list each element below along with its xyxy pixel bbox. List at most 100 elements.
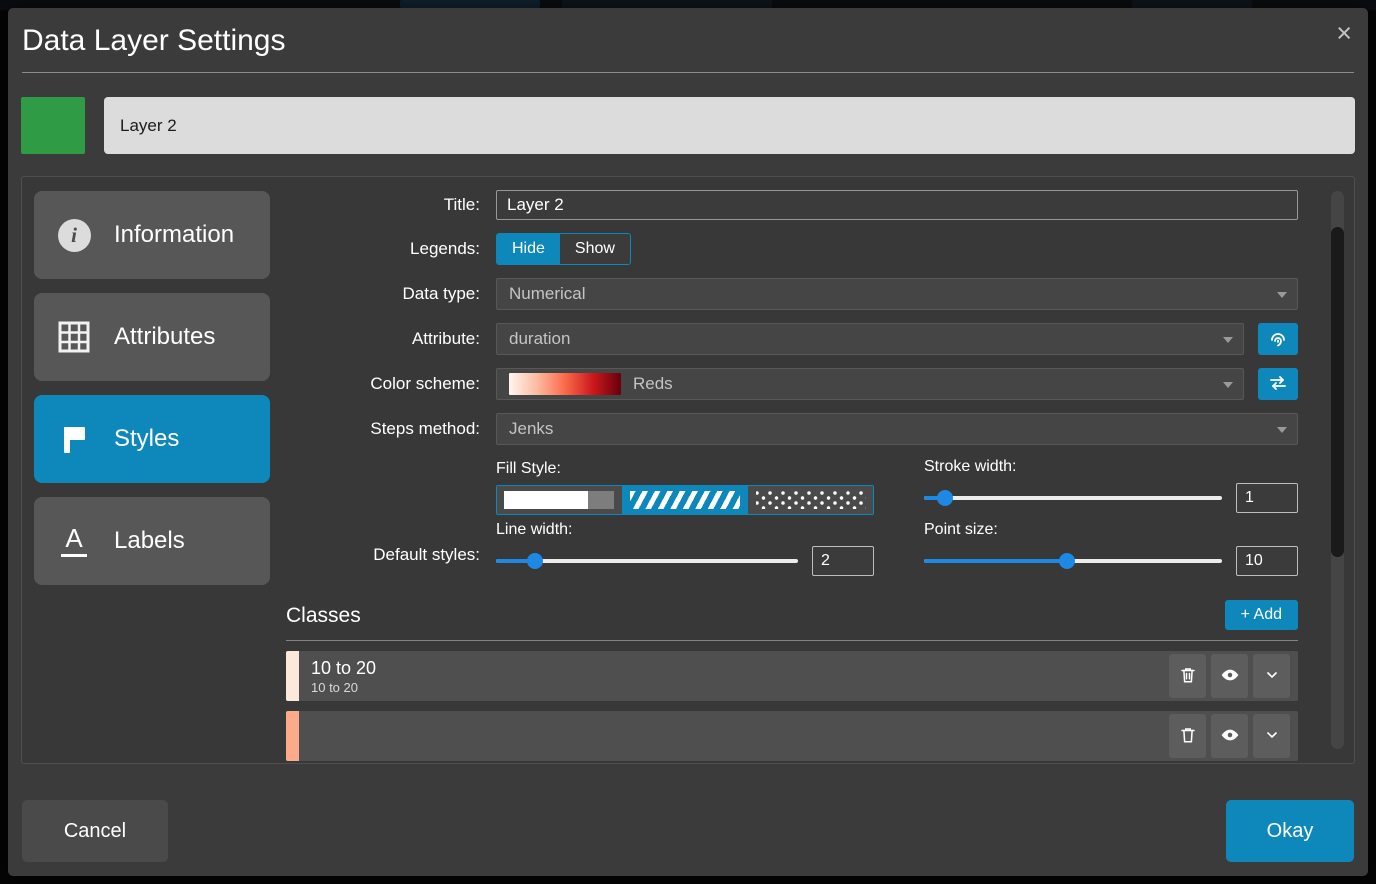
fill-style-dots-option[interactable]	[748, 486, 873, 514]
fill-style-hatch-option[interactable]	[622, 486, 749, 514]
toggle-class-visibility-button[interactable]	[1211, 654, 1248, 698]
chevron-down-icon	[1277, 427, 1287, 433]
stroke-width-slider[interactable]	[924, 489, 1222, 507]
fill-style-label: Fill Style:	[496, 460, 561, 477]
layer-color-swatch[interactable]	[21, 97, 85, 154]
sidebar-item-labels[interactable]: A Labels	[34, 497, 270, 585]
styles-form: Title: Legends: Hide Show Data type:	[286, 190, 1298, 761]
classes-heading: Classes	[286, 604, 361, 627]
color-scheme-swatch	[509, 373, 621, 395]
sidebar-item-label: Information	[114, 221, 235, 248]
dialog-footer: Cancel Okay	[22, 800, 1354, 862]
hatch-fill-preview	[630, 491, 740, 509]
scrollbar-thumb[interactable]	[1331, 227, 1344, 557]
chevron-down-icon	[1277, 292, 1287, 298]
add-class-button[interactable]: + Add	[1224, 600, 1298, 630]
color-scheme-label: Color scheme:	[370, 374, 480, 393]
trash-icon	[1179, 666, 1197, 687]
cancel-button[interactable]: Cancel	[22, 800, 168, 862]
sidebar-item-styles[interactable]: Styles	[34, 395, 270, 483]
steps-method-label: Steps method:	[370, 419, 480, 438]
legends-row: Legends: Hide Show	[286, 233, 1298, 265]
chevron-down-icon	[1223, 337, 1233, 343]
dialog-header: Data Layer Settings ×	[22, 8, 1354, 73]
slider-thumb[interactable]	[527, 553, 544, 569]
styles-flag-icon	[56, 421, 92, 457]
fill-style-segmented-control	[496, 485, 874, 515]
dots-fill-preview	[755, 491, 866, 509]
swap-arrows-icon	[1268, 373, 1288, 396]
sidebar-item-attributes[interactable]: Attributes	[34, 293, 270, 381]
eye-icon	[1220, 725, 1240, 748]
classes-header: Classes + Add	[286, 600, 1298, 641]
sidebar-item-label: Styles	[114, 425, 180, 452]
chevron-down-icon	[1264, 667, 1280, 686]
data-layer-settings-dialog: Data Layer Settings × i Information	[8, 8, 1368, 876]
class-row[interactable]: 10 to 20 10 to 20	[286, 651, 1298, 701]
sidebar-item-label: Attributes	[114, 323, 216, 350]
grid-icon	[56, 319, 92, 355]
layer-name-input[interactable]	[104, 97, 1355, 154]
color-scheme-row: Color scheme: Reds	[286, 368, 1298, 400]
solid-fill-preview	[504, 491, 615, 509]
title-row: Title:	[286, 190, 1298, 220]
line-width-input[interactable]	[812, 546, 874, 576]
line-width-label: Line width:	[496, 521, 573, 538]
data-type-label: Data type:	[402, 284, 481, 303]
point-size-slider[interactable]	[924, 552, 1222, 570]
line-width-slider[interactable]	[496, 552, 798, 570]
fingerprint-icon	[1268, 328, 1288, 351]
data-type-value: Numerical	[509, 284, 586, 303]
title-input[interactable]	[496, 190, 1298, 220]
title-label: Title:	[443, 195, 480, 214]
legends-hide-button[interactable]: Hide	[497, 234, 560, 264]
class-color-swatch	[286, 711, 299, 761]
chevron-down-icon	[1264, 727, 1280, 746]
default-styles-label: Default styles:	[373, 545, 480, 564]
attribute-row: Attribute: duration	[286, 323, 1298, 355]
layer-identity-row	[21, 97, 1355, 154]
class-title: 10 to 20	[311, 658, 377, 679]
legends-label: Legends:	[410, 239, 480, 258]
color-scheme-dropdown[interactable]: Reds	[496, 368, 1244, 400]
point-size-label: Point size:	[924, 521, 998, 538]
invert-scheme-button[interactable]	[1258, 368, 1298, 400]
attribute-dropdown[interactable]: duration	[496, 323, 1244, 355]
data-type-row: Data type: Numerical	[286, 278, 1298, 310]
labels-icon: A	[56, 523, 92, 559]
close-icon[interactable]: ×	[1336, 20, 1352, 47]
steps-method-dropdown[interactable]: Jenks	[496, 413, 1298, 445]
stroke-width-input[interactable]	[1236, 483, 1298, 513]
toggle-class-visibility-button[interactable]	[1211, 714, 1248, 758]
sidebar-item-information[interactable]: i Information	[34, 191, 270, 279]
panel-scrollbar[interactable]	[1331, 191, 1344, 749]
class-subtitle: 10 to 20	[311, 679, 358, 695]
expand-class-button[interactable]	[1253, 654, 1290, 698]
steps-method-row: Steps method: Jenks	[286, 413, 1298, 445]
data-type-dropdown[interactable]: Numerical	[496, 278, 1298, 310]
eye-icon	[1220, 665, 1240, 688]
legends-show-button[interactable]: Show	[559, 234, 630, 264]
point-size-input[interactable]	[1236, 546, 1298, 576]
legends-toggle: Hide Show	[496, 233, 631, 265]
settings-panel: i Information Attributes Styles A Labels…	[21, 176, 1355, 764]
stroke-width-label: Stroke width:	[924, 458, 1017, 475]
default-styles-row: Default styles: Line width: 2 Point size…	[286, 521, 1298, 576]
fill-style-solid-option[interactable]	[497, 486, 623, 514]
steps-method-value: Jenks	[509, 419, 554, 438]
sidebar-item-label: Labels	[114, 527, 185, 554]
attribute-value: duration	[509, 329, 571, 348]
slider-thumb[interactable]	[1059, 553, 1076, 569]
settings-sidebar: i Information Attributes Styles A Labels	[34, 191, 270, 599]
attribute-label: Attribute:	[411, 329, 480, 348]
expand-class-button[interactable]	[1253, 714, 1290, 758]
delete-class-button[interactable]	[1169, 654, 1206, 698]
class-row[interactable]	[286, 711, 1298, 761]
classify-attribute-button[interactable]	[1258, 323, 1298, 355]
trash-icon	[1179, 726, 1197, 747]
slider-thumb[interactable]	[936, 490, 953, 506]
delete-class-button[interactable]	[1169, 714, 1206, 758]
okay-button[interactable]: Okay	[1226, 800, 1354, 862]
chevron-down-icon	[1223, 382, 1233, 388]
classes-section: Classes + Add 10 to 20 10 to 20	[286, 600, 1298, 761]
